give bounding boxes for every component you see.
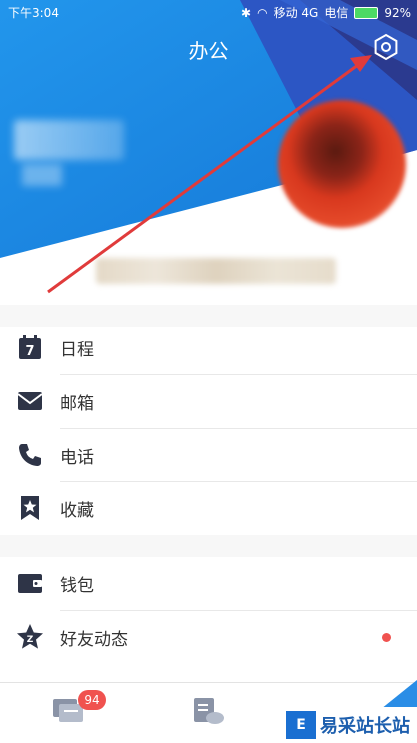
menu-item-schedule[interactable]: 7 日程 [0, 321, 417, 374]
menu-item-phone[interactable]: 电话 [0, 429, 417, 482]
calendar-icon: 7 [16, 333, 44, 361]
svg-text:7: 7 [25, 344, 34, 359]
cloud-file-icon[interactable] [190, 696, 226, 726]
menu-label-friends-feed: 好友动态 [60, 630, 128, 650]
messages-badge: 94 [78, 690, 106, 710]
menu-label-favorites: 收藏 [60, 501, 94, 521]
mail-icon [16, 387, 44, 415]
svg-text:Z: Z [27, 635, 34, 645]
section-gap [0, 535, 417, 557]
menu-item-favorites[interactable]: 收藏 [0, 482, 417, 535]
bookmark-star-icon [16, 494, 44, 522]
wallet-icon [16, 569, 44, 597]
menu-label-schedule: 日程 [60, 340, 94, 360]
menu-label-wallet: 钱包 [60, 576, 94, 596]
menu-item-wallet[interactable]: 钱包 [0, 557, 417, 610]
watermark-text: 易采站长站 [320, 715, 410, 737]
watermark: E 易采站长站 [282, 707, 417, 742]
friends-feed-icon: Z [16, 623, 44, 651]
menu-item-mail[interactable]: 邮箱 [0, 375, 417, 428]
phone-icon [16, 441, 44, 469]
menu-label-mail: 邮箱 [60, 394, 94, 414]
menu-item-friends-feed[interactable]: Z 好友动态 [0, 611, 417, 664]
unread-dot [382, 633, 391, 642]
menu-label-phone: 电话 [60, 448, 94, 468]
watermark-logo: E [286, 710, 316, 739]
